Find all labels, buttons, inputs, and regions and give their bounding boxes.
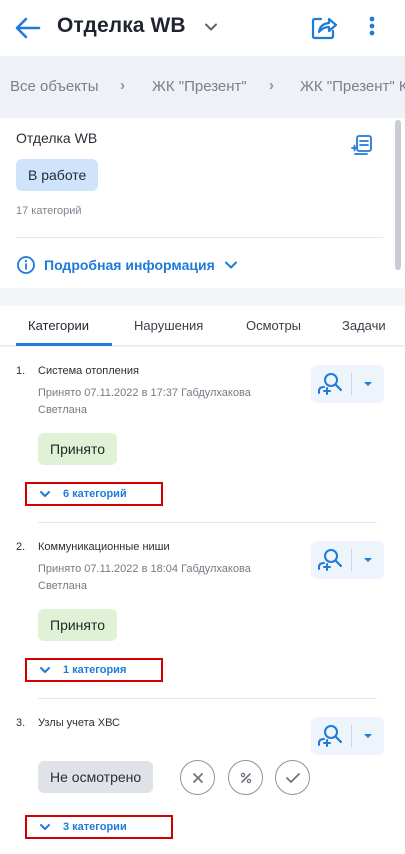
accept-button[interactable] [275, 760, 310, 795]
item-number: 3. [16, 717, 26, 729]
chevron-down-icon [224, 261, 237, 269]
check-icon [285, 772, 300, 783]
document-edit-icon [351, 135, 372, 155]
details-label: Подробная информация [44, 257, 215, 273]
subcategories-label: 3 категории [63, 821, 127, 833]
info-icon [17, 256, 35, 274]
caret-down-icon[interactable] [361, 730, 375, 742]
page-title[interactable]: Отделка WB [57, 14, 186, 38]
share-button[interactable] [308, 11, 340, 43]
item-number: 1. [16, 365, 26, 377]
tab-inspections[interactable]: Осмотры [246, 318, 301, 333]
chevron-down-icon [40, 824, 50, 830]
chevron-down-icon [40, 667, 50, 673]
tab-tasks[interactable]: Задачи [342, 318, 386, 333]
subcategories-toggle[interactable]: 1 категория [25, 658, 163, 682]
details-toggle[interactable]: Подробная информация [16, 255, 239, 275]
caret-down-icon[interactable] [361, 554, 375, 566]
caret-down-icon[interactable] [361, 378, 375, 390]
partial-button[interactable] [228, 760, 263, 795]
title-dropdown-button[interactable] [202, 18, 220, 36]
category-count: 17 категорий [16, 205, 82, 217]
top-app-bar: Отделка WB [0, 0, 405, 56]
inspect-person-icon[interactable] [317, 547, 343, 573]
item-meta: Принято 07.11.2022 в 18:04 Габдулхакова … [38, 563, 251, 592]
separator [351, 549, 352, 571]
breadcrumb: Все объекты › ЖК "Презент" › ЖК "Презент… [0, 56, 405, 118]
status-badge: Принято [38, 609, 118, 641]
close-icon [192, 772, 203, 783]
percent-icon [240, 772, 251, 783]
object-info-card: Отделка WB В работе 17 категорий Подробн… [0, 118, 405, 288]
item-title: Система отопления [38, 365, 139, 377]
subcategories-label: 6 категорий [63, 488, 127, 500]
separator [351, 373, 352, 395]
status-badge: Не осмотрено [38, 761, 154, 793]
share-icon [311, 17, 338, 40]
divider [38, 522, 377, 523]
reject-button[interactable] [180, 760, 215, 795]
scrollbar[interactable] [395, 120, 401, 270]
subcategories-toggle[interactable]: 3 категории [25, 815, 173, 839]
tab-violations[interactable]: Нарушения [134, 318, 203, 333]
object-document-button[interactable] [350, 134, 374, 158]
breadcrumb-item-building[interactable]: ЖК "Презент" К [300, 78, 405, 95]
chevron-down-icon [40, 491, 50, 497]
inspect-action-group [311, 365, 384, 403]
tab-categories[interactable]: Категории [28, 318, 89, 333]
back-button[interactable] [12, 12, 44, 44]
item-meta: Принято 07.11.2022 в 17:37 Габдулхакова … [38, 387, 251, 416]
breadcrumb-item-complex[interactable]: ЖК "Презент" [152, 78, 247, 95]
object-name: Отделка WB [16, 130, 98, 146]
category-list: 1. Система отопления Принято 07.11.2022 … [0, 347, 405, 854]
divider [38, 698, 377, 699]
status-badge: Принято [38, 433, 118, 465]
item-title: Коммуникационные ниши [38, 541, 170, 553]
divider [16, 237, 383, 238]
subcategories-label: 1 категория [63, 664, 127, 676]
inspect-person-icon[interactable] [317, 723, 343, 749]
separator [351, 725, 352, 747]
inspect-action-group [311, 541, 384, 579]
object-status-badge: В работе [16, 159, 99, 191]
active-tab-indicator [16, 343, 112, 346]
inspect-action-group [311, 717, 384, 755]
tab-bar: Категории Нарушения Осмотры Задачи [0, 306, 405, 346]
item-title: Узлы учета ХВС [38, 717, 120, 729]
inspect-person-icon[interactable] [317, 371, 343, 397]
chevron-right-icon: › [120, 77, 125, 94]
more-options-button[interactable] [362, 11, 382, 43]
chevron-down-icon [205, 23, 217, 31]
chevron-right-icon: › [269, 77, 274, 94]
item-number: 2. [16, 541, 26, 553]
more-vertical-icon [369, 16, 375, 36]
breadcrumb-item-all-objects[interactable]: Все объекты [10, 78, 99, 95]
subcategories-toggle[interactable]: 6 категорий [25, 482, 163, 506]
arrow-left-icon [15, 17, 41, 39]
